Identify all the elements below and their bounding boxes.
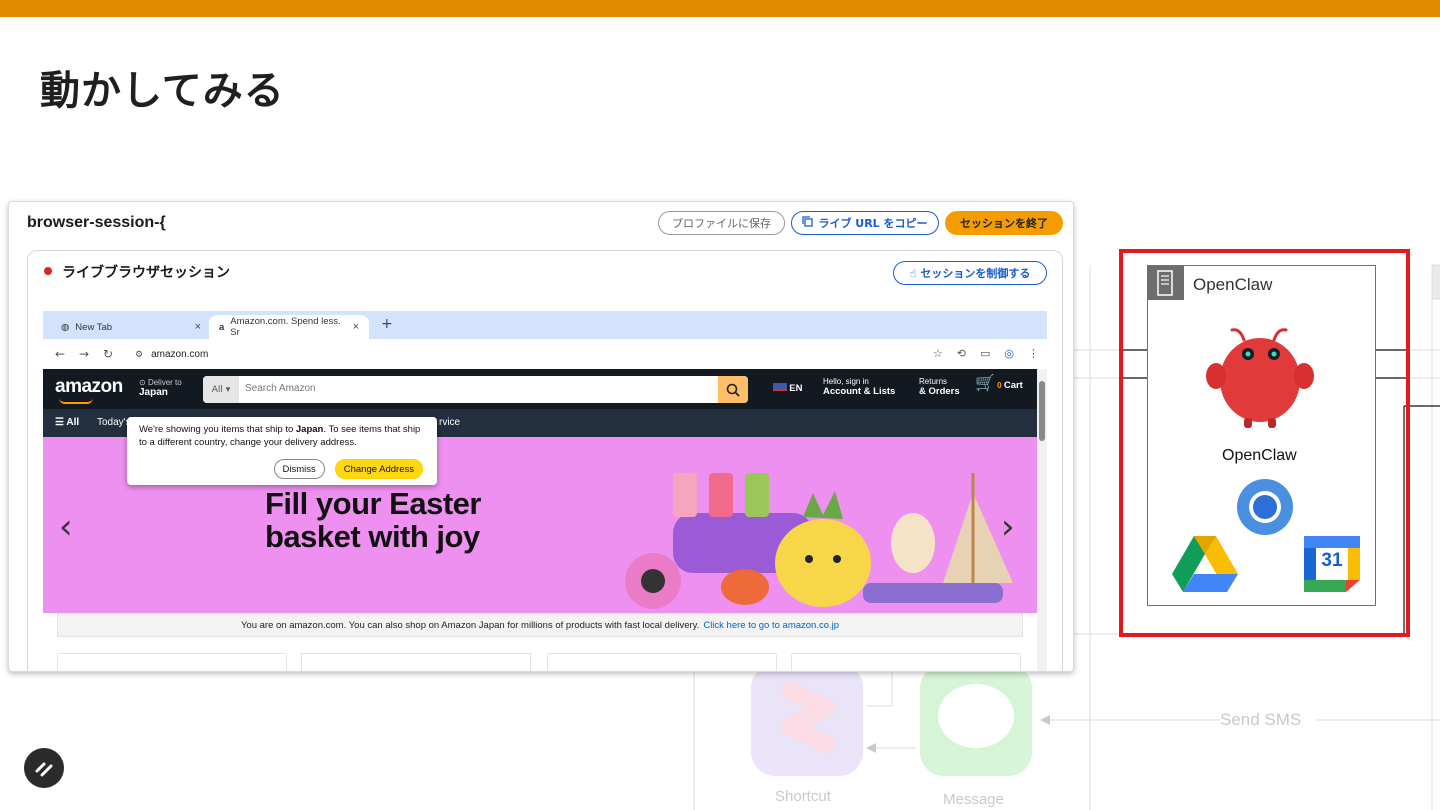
send-sms-label: Send SMS [1220, 710, 1302, 729]
account-lists-label: Account & Lists [823, 386, 896, 397]
highlight-frame [1119, 249, 1410, 637]
search-button[interactable] [718, 376, 748, 403]
cart[interactable]: 🛒 0 Cart [975, 376, 1023, 392]
nav-customer-service[interactable]: rvice [439, 417, 460, 428]
language-selector[interactable]: EN [773, 383, 802, 394]
product-card[interactable] [547, 653, 777, 671]
save-profile-label: プロファイルに保存 [672, 217, 771, 230]
deliver-to[interactable]: ⊙ Deliver to Japan [139, 378, 182, 398]
hero-headline: Fill your Easter basket with joy [265, 487, 481, 553]
control-session-label: セッションを制御する [920, 267, 1031, 280]
amazon-favicon-icon: a [219, 321, 225, 333]
tab-strip: ◍ New Tab × a Amazon.com. Spend less. Sr… [43, 311, 1047, 339]
session-title: browser-session-{ [27, 214, 166, 231]
nav-todays-deals[interactable]: Today's [97, 417, 131, 428]
amazon-header: amazon ⊙ Deliver to Japan All ▾ Search A… [43, 369, 1037, 409]
extensions-icon[interactable]: ⟲ [957, 347, 966, 360]
sidepanel-icon[interactable]: ▭ [980, 347, 990, 360]
search-input[interactable]: Search Amazon [245, 383, 316, 394]
tab-label: New Tab [75, 321, 113, 333]
product-card[interactable] [301, 653, 531, 671]
message-label: Message [943, 791, 1004, 808]
location-icon: ⊙ [139, 378, 146, 387]
tab-label: Amazon.com. Spend less. Sr [230, 316, 341, 338]
notice-text: You are on amazon.com. You can also shop… [240, 619, 700, 631]
account-greeting: Hello, sign in [823, 377, 869, 386]
all-menu-label: All [66, 417, 80, 428]
dismiss-button[interactable]: Dismiss [273, 459, 325, 479]
page-scrollbar[interactable] [1037, 369, 1047, 671]
forward-icon[interactable]: → [79, 347, 89, 361]
product-card[interactable] [791, 653, 1021, 671]
search-category-label: All [211, 384, 223, 395]
profile-icon[interactable]: ◎ [1004, 347, 1014, 360]
cart-label: Cart [1003, 380, 1023, 391]
save-profile-button[interactable]: プロファイルに保存 [658, 211, 785, 235]
orders-label: & Orders [919, 386, 960, 397]
back-icon[interactable]: ← [55, 347, 65, 361]
reload-icon[interactable]: ↻ [103, 347, 113, 361]
deliver-location: Japan [139, 387, 168, 398]
amazon-japan-notice: You are on amazon.com. You can also shop… [57, 613, 1023, 637]
product-cards [57, 653, 1023, 671]
browser-session-panel: browser-session-{ プロファイルに保存 ライブ URL をコピー… [8, 201, 1074, 672]
site-settings-icon[interactable]: ⚙ [135, 349, 143, 360]
browser-viewport: ◍ New Tab × a Amazon.com. Spend less. Sr… [43, 311, 1047, 671]
popup-actions: Dismiss Change Address [273, 459, 423, 479]
globe-icon: ◍ [61, 321, 70, 333]
amazon-smile-icon [59, 398, 93, 404]
brand-logo-icon [24, 748, 64, 788]
slide: 動かしてみる Send SMS Shortcut Message OpenCla… [0, 0, 1440, 810]
address-bar: ← → ↻ ⚙ amazon.com ☆ ⟲ ▭ ◎ ⋮ [43, 339, 1047, 369]
returns-label: Returns [919, 377, 948, 386]
ship-to-popup: We're showing you items that ship to Jap… [127, 417, 437, 485]
flag-icon [773, 383, 787, 391]
slide-title: 動かしてみる [40, 68, 285, 114]
pointer-icon: ☝ [909, 266, 917, 280]
popup-text-1: We're showing you items that ship to [139, 424, 294, 435]
amazon-logo[interactable]: amazon [55, 376, 123, 398]
copy-live-url-button[interactable]: ライブ URL をコピー [791, 211, 939, 235]
new-tab-icon[interactable]: + [381, 316, 393, 332]
deliver-to-label: Deliver to [147, 378, 182, 387]
product-card[interactable] [57, 653, 287, 671]
tab-new-tab[interactable]: ◍ New Tab × [51, 315, 211, 339]
menu-icon[interactable]: ⋮ [1028, 347, 1039, 360]
live-session-label: ライブブラウザセッション [62, 265, 230, 281]
url-field[interactable]: ⚙ amazon.com [127, 344, 917, 365]
all-menu[interactable]: ☰ All [55, 417, 79, 428]
notice-link[interactable]: Click here to go to amazon.co.jp [703, 620, 839, 631]
hero-line-1: Fill your Easter [265, 486, 481, 521]
amazon-search: All ▾ Search Amazon [203, 376, 748, 403]
bookmark-star-icon[interactable]: ☆ [933, 347, 943, 360]
close-tab-icon[interactable]: × [353, 321, 359, 333]
hero-line-2: basket with joy [265, 519, 480, 554]
easter-toys-illustration [625, 473, 1013, 609]
close-tab-icon[interactable]: × [195, 321, 201, 333]
accent-bar [0, 0, 1440, 17]
cart-count: 0 [997, 381, 1002, 390]
end-session-button[interactable]: セッションを終了 [945, 211, 1063, 235]
search-icon [726, 383, 740, 397]
language-label: EN [789, 383, 803, 394]
change-address-button[interactable]: Change Address [334, 459, 423, 479]
tab-amazon[interactable]: a Amazon.com. Spend less. Sr × [209, 315, 369, 339]
toolbar-icons: ☆ ⟲ ▭ ◎ ⋮ [933, 347, 1039, 360]
popup-text-bold: Japan [295, 424, 324, 435]
scroll-thumb[interactable] [1039, 381, 1045, 441]
returns-orders[interactable]: Returns & Orders [919, 377, 960, 397]
live-indicator-dot [44, 267, 52, 275]
carousel-next-icon[interactable]: › [1001, 507, 1015, 547]
copy-icon [802, 216, 814, 230]
url-text: amazon.com [151, 349, 209, 360]
shortcut-label: Shortcut [775, 788, 831, 805]
control-session-button[interactable]: ☝ セッションを制御する [893, 261, 1047, 285]
account-menu[interactable]: Hello, sign in Account & Lists [823, 377, 895, 397]
end-session-label: セッションを終了 [960, 217, 1048, 230]
cart-icon: 🛒 [975, 375, 995, 392]
carousel-prev-icon[interactable]: ‹ [59, 507, 73, 547]
copy-live-url-label: ライブ URL をコピー [818, 217, 928, 230]
search-category-select[interactable]: All ▾ [203, 376, 239, 403]
